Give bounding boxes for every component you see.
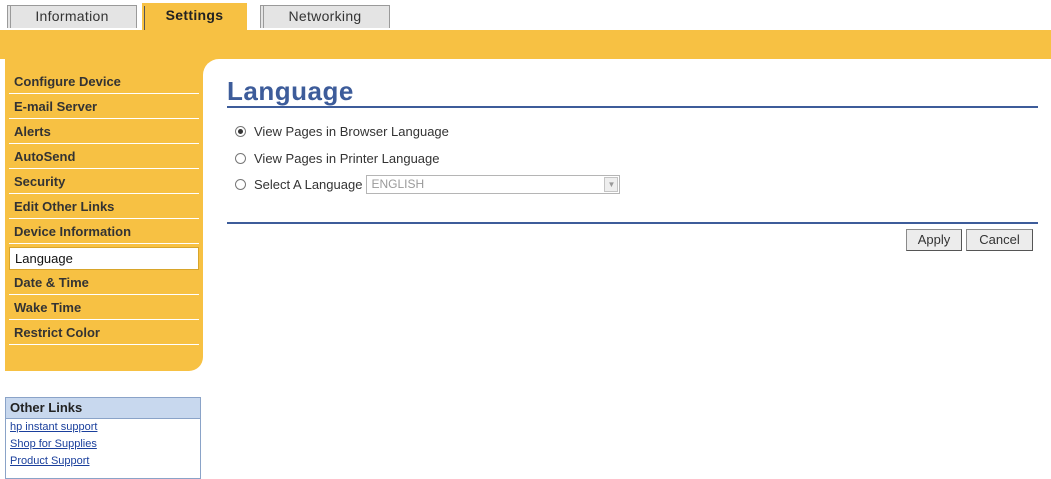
title-divider	[227, 106, 1038, 108]
option-select-language-label: Select A Language	[254, 176, 363, 192]
other-links-title: Other Links	[6, 398, 200, 419]
tab-settings[interactable]: Settings	[142, 3, 247, 32]
chevron-down-icon[interactable]: ▼	[604, 176, 619, 192]
tab-information[interactable]: Information	[7, 5, 137, 28]
page-title: Language	[227, 76, 354, 106]
language-select-value: ENGLISH	[371, 176, 425, 191]
option-select-language: Select A Language ENGLISH ▼	[235, 174, 621, 194]
sidebar-item-autosend[interactable]: AutoSend	[9, 146, 199, 169]
option-browser-language-label: View Pages in Browser Language	[254, 123, 449, 139]
option-printer-language-label: View Pages in Printer Language	[254, 150, 440, 166]
form-divider	[227, 222, 1038, 224]
radio-printer-language[interactable]	[235, 152, 246, 164]
sidebar-item-device-information[interactable]: Device Information	[9, 221, 199, 244]
language-select[interactable]: ENGLISH ▼	[366, 174, 621, 194]
option-browser-language: View Pages in Browser Language	[235, 121, 449, 141]
radio-browser-language[interactable]	[235, 125, 246, 137]
option-printer-language: View Pages in Printer Language	[235, 148, 440, 168]
sidebar-item-language[interactable]: Language	[9, 247, 199, 270]
other-links-box: Other Links hp instant support Shop for …	[5, 397, 201, 479]
top-tab-bar: Information Settings Networking	[0, 0, 1051, 32]
sidebar-item-configure-device[interactable]: Configure Device	[9, 71, 199, 94]
link-hp-instant-support[interactable]: hp instant support	[6, 419, 200, 436]
link-product-support[interactable]: Product Support	[6, 453, 200, 470]
apply-button[interactable]: Apply	[906, 229, 962, 251]
sidebar: Configure Device E-mail Server Alerts Au…	[5, 59, 203, 371]
sidebar-item-alerts[interactable]: Alerts	[9, 121, 199, 144]
sidebar-item-date-time[interactable]: Date & Time	[9, 272, 199, 295]
radio-select-language[interactable]	[235, 178, 246, 190]
sidebar-item-wake-time[interactable]: Wake Time	[9, 297, 199, 320]
sidebar-item-email-server[interactable]: E-mail Server	[9, 96, 199, 119]
sidebar-item-edit-other-links[interactable]: Edit Other Links	[9, 196, 199, 219]
header-band	[0, 30, 1051, 59]
link-shop-for-supplies[interactable]: Shop for Supplies	[6, 436, 200, 453]
sidebar-item-restrict-color[interactable]: Restrict Color	[9, 322, 199, 345]
tab-networking[interactable]: Networking	[260, 5, 390, 28]
cancel-button[interactable]: Cancel	[966, 229, 1033, 251]
sidebar-item-security[interactable]: Security	[9, 171, 199, 194]
